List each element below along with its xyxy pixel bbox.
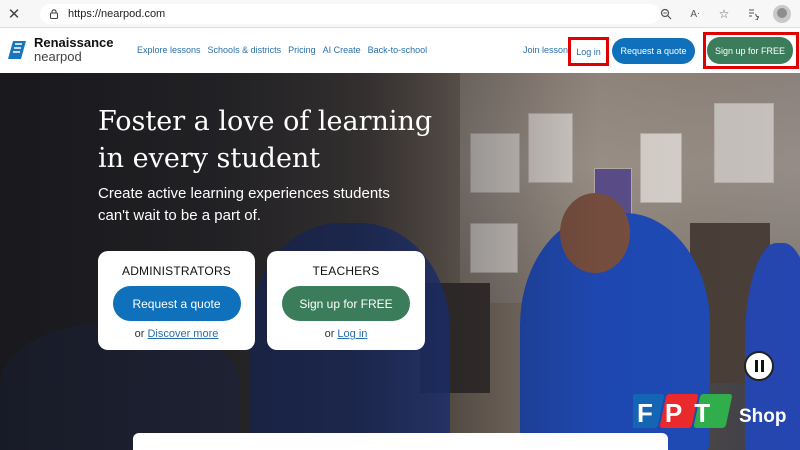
logo-brand: Renaissance [34,35,114,50]
nav-ai-create[interactable]: AI Create [323,45,361,55]
administrators-title: ADMINISTRATORS [121,264,232,278]
close-icon[interactable]: ✕ [0,0,28,28]
teacher-alt-line: or Log in [267,328,425,340]
nav-back-to-school[interactable]: Back-to-school [368,45,428,55]
teacher-login-link[interactable]: Log in [337,328,367,340]
admin-alt-line: or Discover more [98,328,255,340]
profile-icon[interactable] [772,4,792,24]
pause-icon-bar [760,360,764,372]
teachers-card: TEACHERS Sign up for FREE or Log in [267,251,425,350]
hero-headline: Foster a love of learning in every stude… [98,106,433,174]
url-text: https://nearpod.com [68,8,166,20]
favorite-icon[interactable]: ☆ [714,4,734,24]
header-signup-button[interactable]: Sign up for FREE [707,37,793,64]
renaissance-nearpod-logo[interactable]: Renaissance nearpod [8,36,114,64]
read-aloud-icon[interactable]: Aᐧ [685,4,705,24]
logo-mark-icon [8,41,26,59]
bottom-panel [133,433,668,450]
admin-request-quote-button[interactable]: Request a quote [112,286,241,321]
zoom-icon[interactable] [656,4,676,24]
nav-explore-lessons[interactable]: Explore lessons [137,45,201,55]
header-login-link[interactable]: Log in [568,37,609,66]
teacher-signup-button[interactable]: Sign up for FREE [282,286,410,321]
teachers-title: TEACHERS [312,264,380,278]
hero-subhead: Create active learning experiences stude… [98,185,390,224]
discover-more-link[interactable]: Discover more [147,328,218,340]
lock-icon[interactable] [48,8,60,20]
collections-icon[interactable] [743,4,763,24]
join-lesson-link[interactable]: Join lesson [523,45,568,55]
pause-video-button[interactable] [744,351,774,381]
shop-word: Shop [739,406,787,427]
fpt-shop-watermark: FPT Shop [633,394,787,428]
nav-schools-districts[interactable]: Schools & districts [208,45,282,55]
header-request-quote-button[interactable]: Request a quote [612,38,695,64]
address-bar[interactable]: https://nearpod.com [40,4,660,24]
pause-icon [754,360,758,372]
nav-pricing[interactable]: Pricing [288,45,316,55]
browser-toolbar: ✕ https://nearpod.com Aᐧ ☆ [0,0,800,28]
administrators-card: ADMINISTRATORS Request a quote or Discov… [98,251,255,350]
or-text: or [134,328,145,340]
or-text: or [324,328,335,340]
logo-product: nearpod [34,49,82,64]
main-nav: Explore lessons Schools & districts Pric… [137,45,427,55]
fpt-letters: FPT [637,398,722,428]
